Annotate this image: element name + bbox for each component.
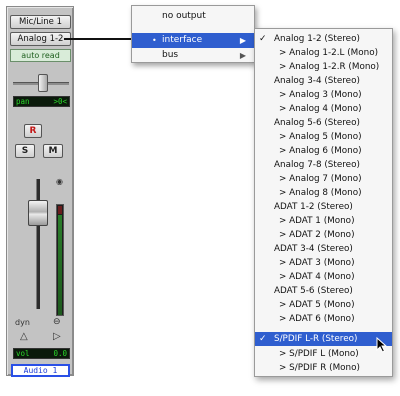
submenu-item-label: Analog 3-4 (Stereo) bbox=[274, 76, 360, 86]
mute-button[interactable]: M bbox=[43, 144, 63, 158]
submenu-item-label: > Analog 5 (Mono) bbox=[279, 132, 362, 142]
menu-item-label: interface bbox=[162, 35, 203, 45]
submenu-item[interactable]: > Analog 5 (Mono) bbox=[255, 130, 392, 144]
submenu-item-label: S/PDIF L-R (Stereo) bbox=[274, 334, 358, 344]
group-icon: △ bbox=[20, 331, 28, 342]
submenu-arrow-icon: ▶ bbox=[239, 51, 246, 60]
submenu-item-label: > ADAT 4 (Mono) bbox=[279, 272, 355, 282]
menu-item-bus[interactable]: bus ▶ bbox=[132, 48, 254, 63]
menu-item-label: no output bbox=[162, 11, 206, 21]
submenu-item-label: > ADAT 2 (Mono) bbox=[279, 230, 355, 240]
record-enable-button[interactable]: R bbox=[24, 124, 42, 138]
submenu-item[interactable]: ✓ Analog 1-2 (Stereo) bbox=[255, 32, 392, 46]
submenu-item[interactable]: > Analog 1-2.R (Mono) bbox=[255, 60, 392, 74]
output-menu: no output • interface ▶ bus ▶ bbox=[131, 5, 255, 63]
submenu-item-selected[interactable]: ✓ S/PDIF L-R (Stereo) bbox=[255, 332, 392, 346]
checkmark-icon: ✓ bbox=[259, 34, 267, 44]
interface-submenu: ✓ Analog 1-2 (Stereo) > Analog 1-2.L (Mo… bbox=[254, 28, 393, 377]
submenu-item[interactable]: > Analog 4 (Mono) bbox=[255, 102, 392, 116]
automation-mode-selector[interactable]: auto read bbox=[10, 49, 71, 62]
submenu-item-label: > Analog 7 (Mono) bbox=[279, 174, 362, 184]
menu-item-label: bus bbox=[162, 50, 179, 60]
submenu-item[interactable]: Analog 5-6 (Stereo) bbox=[255, 116, 392, 130]
submenu-item-label: > Analog 1-2.L (Mono) bbox=[279, 48, 379, 58]
play-icon: ▷ bbox=[53, 331, 61, 342]
submenu-item[interactable]: > Analog 7 (Mono) bbox=[255, 172, 392, 186]
track-name-field[interactable]: Audio 1 bbox=[11, 364, 70, 377]
submenu-item-label: > S/PDIF L (Mono) bbox=[279, 349, 359, 359]
submenu-item[interactable]: > ADAT 2 (Mono) bbox=[255, 228, 392, 242]
voice-icon: ◉ bbox=[56, 177, 63, 186]
submenu-item-label: > Analog 8 (Mono) bbox=[279, 188, 362, 198]
submenu-item[interactable]: ADAT 5-6 (Stereo) bbox=[255, 284, 392, 298]
submenu-item[interactable]: > Analog 6 (Mono) bbox=[255, 144, 392, 158]
level-meter bbox=[56, 204, 64, 316]
submenu-item-label: Analog 1-2 (Stereo) bbox=[274, 34, 360, 44]
clip-indicator bbox=[58, 206, 62, 214]
volume-fader-track[interactable] bbox=[36, 179, 40, 309]
volume-readout: vol 0.0 bbox=[13, 348, 70, 359]
volume-fader-knob[interactable] bbox=[28, 200, 48, 226]
submenu-item-label: > ADAT 3 (Mono) bbox=[279, 258, 355, 268]
input-selector[interactable]: Mic/Line 1 bbox=[10, 15, 71, 29]
submenu-item-label: > ADAT 1 (Mono) bbox=[279, 216, 355, 226]
submenu-item[interactable]: > ADAT 4 (Mono) bbox=[255, 270, 392, 284]
output-selector[interactable]: Analog 1-2 bbox=[10, 32, 71, 46]
checkmark-icon: ✓ bbox=[259, 334, 267, 344]
submenu-item[interactable]: > Analog 3 (Mono) bbox=[255, 88, 392, 102]
submenu-item-label: > Analog 3 (Mono) bbox=[279, 90, 362, 100]
submenu-item[interactable]: Analog 7-8 (Stereo) bbox=[255, 158, 392, 172]
submenu-item[interactable]: > ADAT 3 (Mono) bbox=[255, 256, 392, 270]
submenu-item-label: Analog 7-8 (Stereo) bbox=[274, 160, 360, 170]
submenu-item-label: Analog 5-6 (Stereo) bbox=[274, 118, 360, 128]
submenu-item[interactable]: > ADAT 5 (Mono) bbox=[255, 298, 392, 312]
pan-value: >0< bbox=[53, 97, 67, 106]
submenu-item-label: ADAT 3-4 (Stereo) bbox=[274, 244, 353, 254]
vol-value: 0.0 bbox=[53, 349, 67, 358]
submenu-item[interactable]: > S/PDIF L (Mono) bbox=[255, 347, 392, 361]
level-meter-fill bbox=[58, 215, 62, 315]
submenu-item[interactable]: > Analog 8 (Mono) bbox=[255, 186, 392, 200]
submenu-item-label: > ADAT 5 (Mono) bbox=[279, 300, 355, 310]
submenu-item[interactable]: > S/PDIF R (Mono) bbox=[255, 361, 392, 375]
submenu-item[interactable]: ADAT 3-4 (Stereo) bbox=[255, 242, 392, 256]
solo-button[interactable]: S bbox=[15, 144, 35, 158]
submenu-item[interactable]: > ADAT 6 (Mono) bbox=[255, 312, 392, 326]
submenu-item[interactable]: > Analog 1-2.L (Mono) bbox=[255, 46, 392, 60]
pan-label: pan bbox=[16, 97, 30, 106]
vol-label: vol bbox=[16, 349, 30, 358]
submenu-item-label: > Analog 4 (Mono) bbox=[279, 104, 362, 114]
submenu-item[interactable]: ADAT 1-2 (Stereo) bbox=[255, 200, 392, 214]
submenu-item-label: > ADAT 6 (Mono) bbox=[279, 314, 355, 324]
submenu-item[interactable]: > ADAT 1 (Mono) bbox=[255, 214, 392, 228]
submenu-item-label: ADAT 5-6 (Stereo) bbox=[274, 286, 353, 296]
submenu-item-label: > Analog 1-2.R (Mono) bbox=[279, 62, 380, 72]
channel-strip: Mic/Line 1 Analog 1-2 auto read pan >0< … bbox=[6, 6, 74, 377]
submenu-arrow-icon: ▶ bbox=[239, 36, 246, 45]
mouse-cursor-icon bbox=[376, 337, 388, 353]
submenu-item-label: > Analog 6 (Mono) bbox=[279, 146, 362, 156]
submenu-item[interactable]: Analog 3-4 (Stereo) bbox=[255, 74, 392, 88]
bullet-icon: • bbox=[152, 36, 157, 45]
menu-item-no-output[interactable]: no output bbox=[132, 9, 254, 24]
pan-readout: pan >0< bbox=[13, 96, 70, 107]
submenu-item-label: > S/PDIF R (Mono) bbox=[279, 363, 360, 373]
minus-icon[interactable]: ⊖ bbox=[53, 317, 61, 327]
dyn-label: dyn bbox=[15, 318, 30, 327]
menu-item-interface[interactable]: • interface ▶ bbox=[132, 33, 254, 48]
submenu-item-label: ADAT 1-2 (Stereo) bbox=[274, 202, 353, 212]
pan-slider-knob[interactable] bbox=[38, 74, 48, 92]
